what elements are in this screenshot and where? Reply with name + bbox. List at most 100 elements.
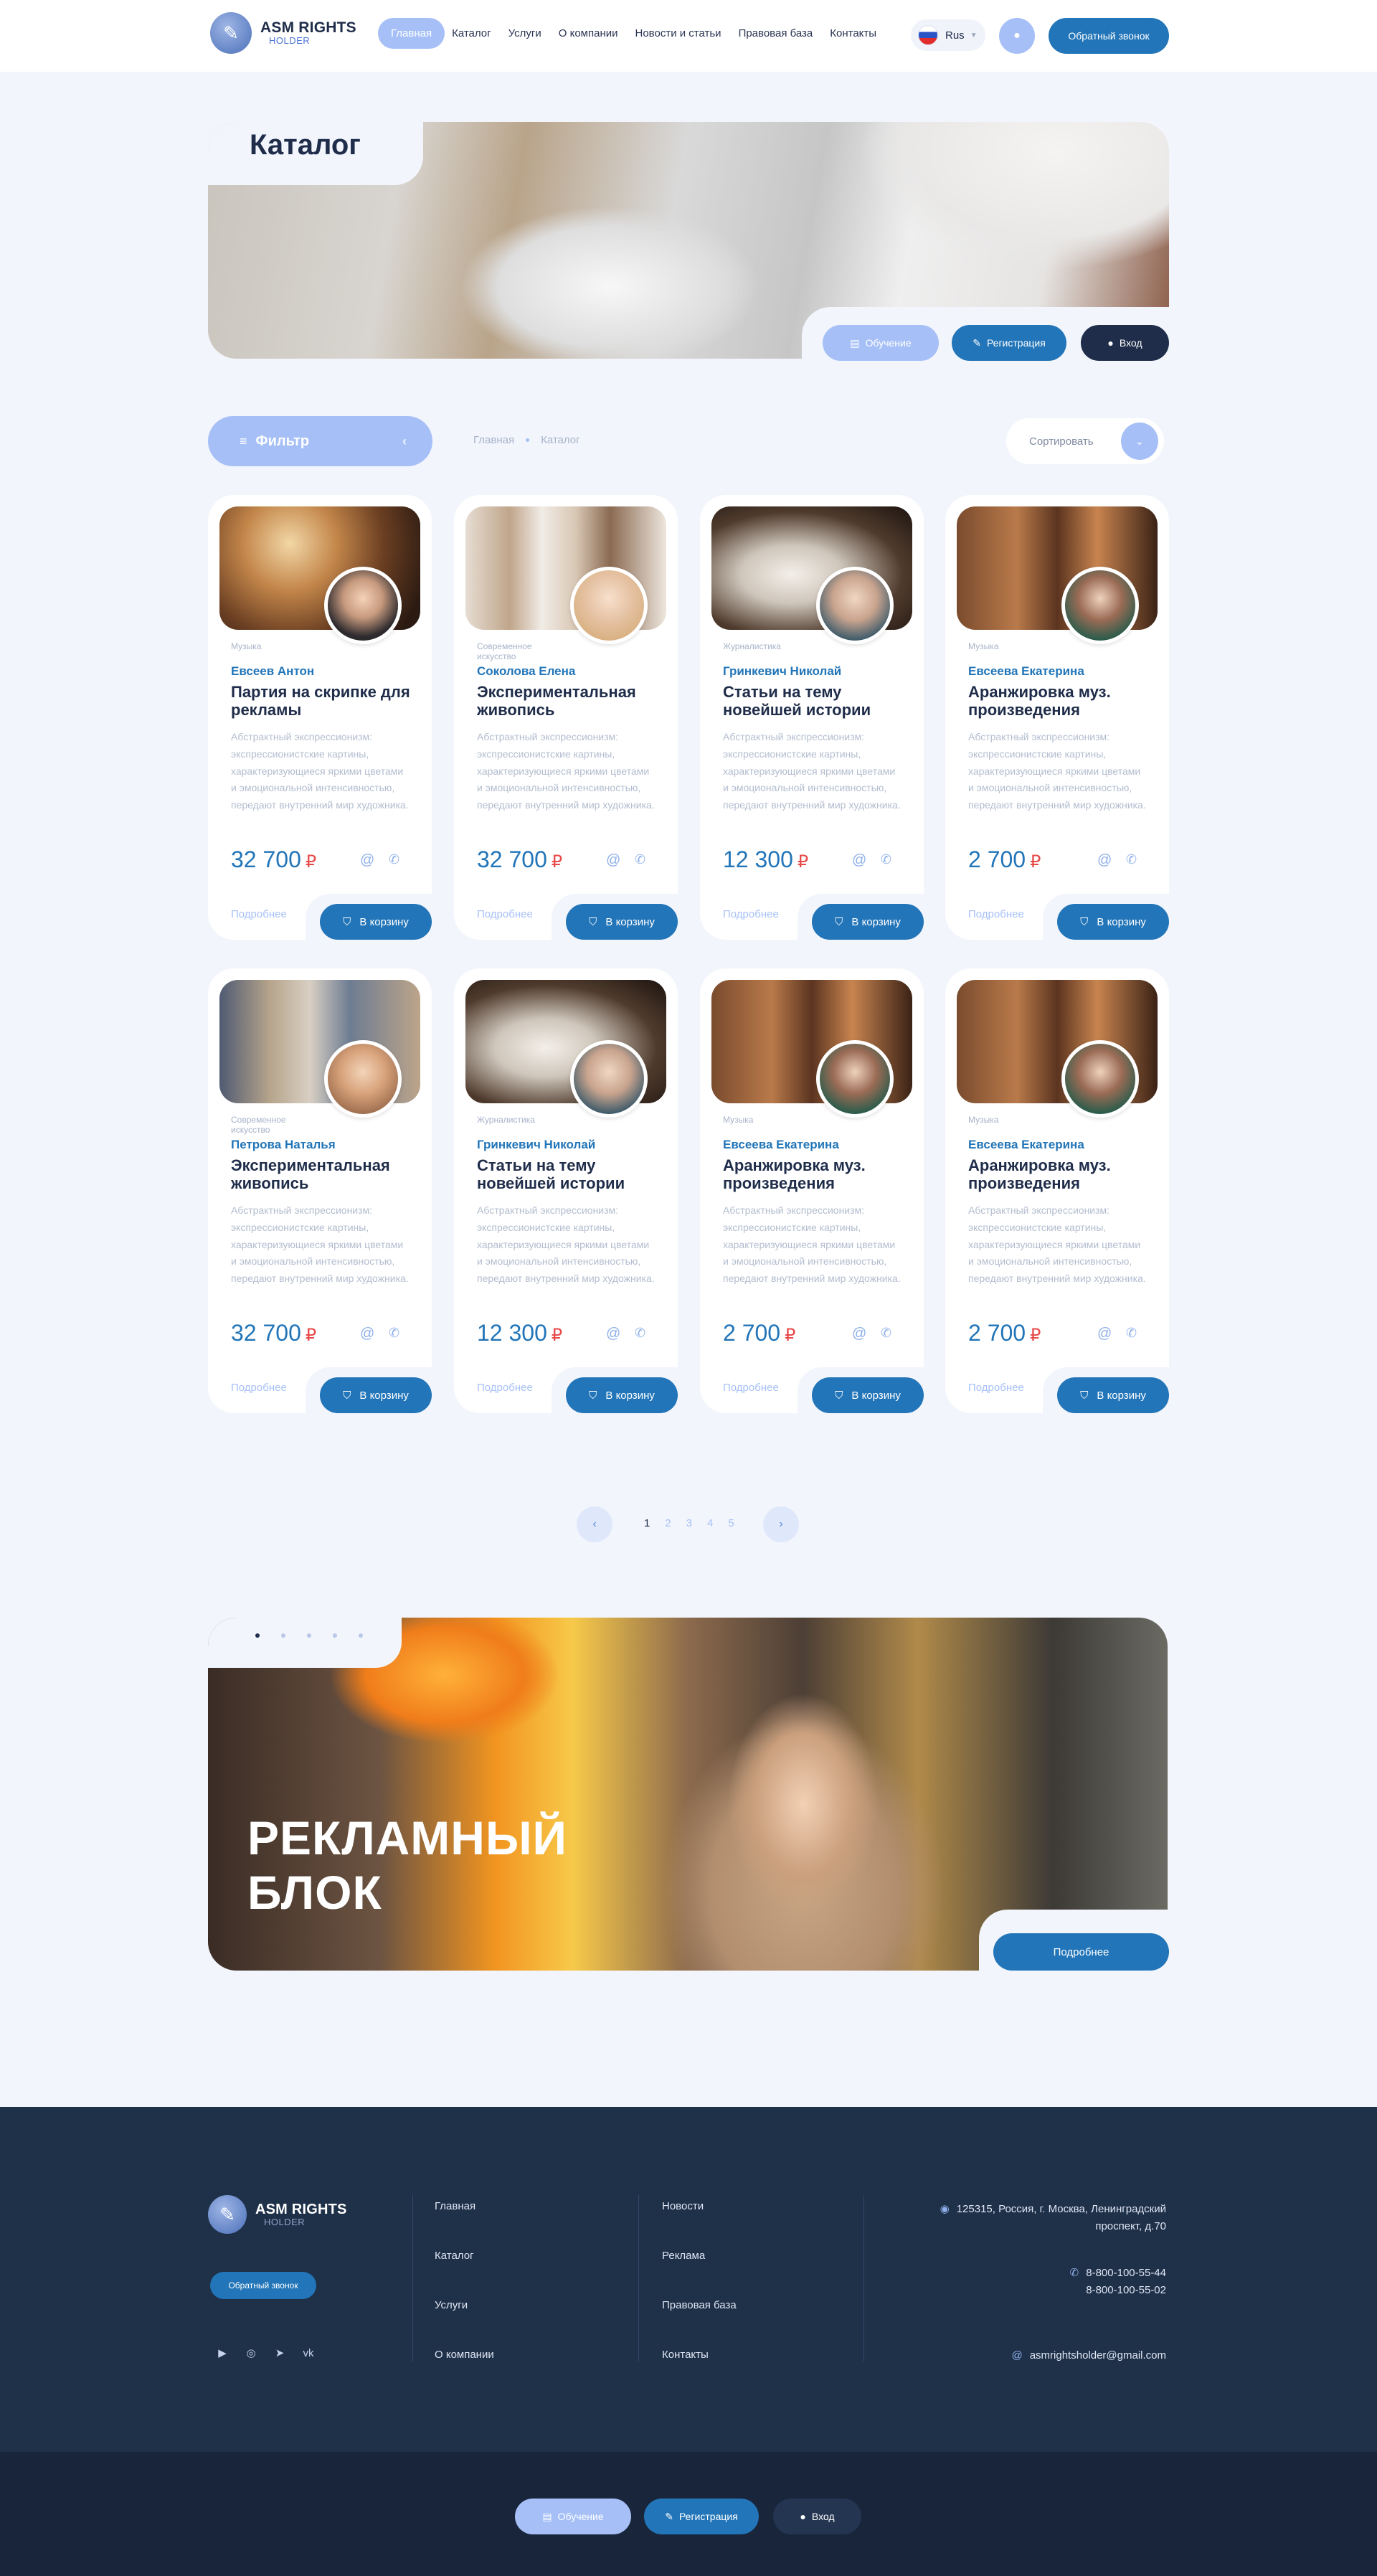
footer-link-news[interactable]: Новости bbox=[662, 2200, 704, 2212]
email-icon[interactable]: @ bbox=[852, 1326, 866, 1342]
product-card[interactable]: Музыка Евсеев Антон Партия на скрипке дл… bbox=[208, 495, 439, 947]
email-icon[interactable]: @ bbox=[852, 852, 866, 869]
product-card[interactable]: Современное искусство Соколова Елена Экс… bbox=[454, 495, 685, 947]
footer-callback-button[interactable]: Обратный звонок bbox=[210, 2272, 316, 2299]
nav-home[interactable]: Главная bbox=[378, 18, 445, 49]
nav-contacts[interactable]: Контакты bbox=[830, 18, 876, 49]
nav-services[interactable]: Услуги bbox=[508, 18, 541, 49]
product-card[interactable]: Музыка Евсеева Екатерина Аранжировка муз… bbox=[945, 495, 1176, 947]
add-to-cart-button[interactable]: ⛉ В корзину bbox=[320, 1377, 432, 1413]
details-link[interactable]: Подробнее bbox=[231, 1382, 287, 1394]
learn-button[interactable]: ▤ Обучение bbox=[823, 325, 939, 361]
phone-icon[interactable]: ✆ bbox=[881, 852, 891, 867]
page-1[interactable]: 1 bbox=[644, 1517, 650, 1529]
footer-learn-button[interactable]: ▤ Обучение bbox=[515, 2499, 631, 2534]
add-to-cart-button[interactable]: ⛉ В корзину bbox=[1057, 904, 1169, 940]
footer-link-services[interactable]: Услуги bbox=[435, 2299, 468, 2311]
email-icon[interactable]: @ bbox=[1097, 852, 1112, 869]
footer-link-contacts[interactable]: Контакты bbox=[662, 2349, 709, 2361]
details-link[interactable]: Подробнее bbox=[723, 908, 779, 920]
phone-icon[interactable]: ✆ bbox=[389, 852, 399, 867]
slider-dot[interactable] bbox=[307, 1633, 311, 1638]
email-icon[interactable]: @ bbox=[360, 1326, 374, 1342]
product-title[interactable]: Аранжировка муз. произведения bbox=[968, 1156, 1148, 1193]
login-button[interactable]: ● Вход bbox=[1081, 325, 1169, 361]
add-to-cart-button[interactable]: ⛉ В корзину bbox=[566, 1377, 678, 1413]
product-title[interactable]: Статьи на тему новейшей истории bbox=[723, 683, 902, 720]
user-button[interactable]: ● bbox=[999, 18, 1035, 54]
phone-icon[interactable]: ✆ bbox=[881, 1326, 891, 1341]
footer-register-button[interactable]: ✎ Регистрация bbox=[644, 2499, 759, 2534]
telegram-icon[interactable]: ➤ bbox=[272, 2345, 288, 2361]
details-link[interactable]: Подробнее bbox=[477, 908, 533, 920]
footer-link-about[interactable]: О компании bbox=[435, 2349, 494, 2361]
next-page-button[interactable]: › bbox=[763, 1506, 799, 1542]
chevron-down-icon[interactable]: ⌄ bbox=[1121, 423, 1158, 460]
details-link[interactable]: Подробнее bbox=[477, 1382, 533, 1394]
nav-legal[interactable]: Правовая база bbox=[739, 18, 813, 49]
page-3[interactable]: 3 bbox=[686, 1517, 692, 1529]
footer-link-catalog[interactable]: Каталог bbox=[435, 2250, 474, 2262]
slider-dot[interactable] bbox=[359, 1633, 363, 1638]
product-card[interactable]: Музыка Евсеева Екатерина Аранжировка муз… bbox=[700, 968, 931, 1420]
details-link[interactable]: Подробнее bbox=[968, 908, 1024, 920]
instagram-icon[interactable]: ◎ bbox=[243, 2345, 259, 2361]
youtube-icon[interactable]: ▶ bbox=[214, 2345, 230, 2361]
details-link[interactable]: Подробнее bbox=[968, 1382, 1024, 1394]
product-author[interactable]: Евсеева Екатерина bbox=[968, 664, 1084, 679]
filter-button[interactable]: ≡ Фильтр ‹ bbox=[208, 416, 432, 466]
logo[interactable]: ✎ ASM RIGHTS HOLDER bbox=[210, 12, 356, 54]
page-2[interactable]: 2 bbox=[665, 1517, 671, 1529]
product-author[interactable]: Евсеева Екатерина bbox=[968, 1138, 1084, 1152]
product-title[interactable]: Экспериментальная живопись bbox=[231, 1156, 410, 1193]
product-title[interactable]: Статьи на тему новейшей истории bbox=[477, 1156, 656, 1193]
page-5[interactable]: 5 bbox=[728, 1517, 734, 1529]
product-author[interactable]: Гринкевич Николай bbox=[723, 664, 841, 679]
footer-link-legal[interactable]: Правовая база bbox=[662, 2299, 737, 2311]
add-to-cart-button[interactable]: ⛉ В корзину bbox=[566, 904, 678, 940]
email-icon[interactable]: @ bbox=[606, 1326, 620, 1342]
add-to-cart-button[interactable]: ⛉ В корзину bbox=[1057, 1377, 1169, 1413]
add-to-cart-button[interactable]: ⛉ В корзину bbox=[812, 904, 924, 940]
phone-icon[interactable]: ✆ bbox=[1126, 1326, 1137, 1341]
details-link[interactable]: Подробнее bbox=[231, 908, 287, 920]
product-card[interactable]: Журналистика Гринкевич Николай Статьи на… bbox=[454, 968, 685, 1420]
email-icon[interactable]: @ bbox=[360, 852, 374, 869]
add-to-cart-button[interactable]: ⛉ В корзину bbox=[320, 904, 432, 940]
product-author[interactable]: Гринкевич Николай bbox=[477, 1138, 595, 1152]
product-author[interactable]: Евсеев Антон bbox=[231, 664, 314, 679]
breadcrumb-home[interactable]: Главная bbox=[473, 434, 514, 446]
product-card[interactable]: Современное искусство Петрова Наталья Эк… bbox=[208, 968, 439, 1420]
sort-select[interactable]: Сортировать ⌄ bbox=[1006, 418, 1164, 464]
language-select[interactable]: Rus ▼ bbox=[911, 19, 985, 51]
page-4[interactable]: 4 bbox=[707, 1517, 713, 1529]
ad-details-button[interactable]: Подробнее bbox=[993, 1933, 1169, 1971]
footer-link-ads[interactable]: Реклама bbox=[662, 2250, 705, 2262]
callback-button[interactable]: Обратный звонок bbox=[1049, 18, 1169, 54]
slider-dot[interactable] bbox=[333, 1633, 337, 1638]
phone-icon[interactable]: ✆ bbox=[635, 1326, 645, 1341]
email-icon[interactable]: @ bbox=[1097, 1326, 1112, 1342]
vk-icon[interactable]: vk bbox=[301, 2345, 316, 2361]
product-card[interactable]: Музыка Евсеева Екатерина Аранжировка муз… bbox=[945, 968, 1176, 1420]
nav-catalog[interactable]: Каталог bbox=[452, 18, 491, 49]
slider-dot[interactable] bbox=[281, 1633, 285, 1638]
phone-icon[interactable]: ✆ bbox=[635, 852, 645, 867]
add-to-cart-button[interactable]: ⛉ В корзину bbox=[812, 1377, 924, 1413]
nav-about[interactable]: О компании bbox=[559, 18, 618, 49]
product-author[interactable]: Соколова Елена bbox=[477, 664, 575, 679]
details-link[interactable]: Подробнее bbox=[723, 1382, 779, 1394]
product-title[interactable]: Экспериментальная живопись bbox=[477, 683, 656, 720]
product-title[interactable]: Аранжировка муз. произведения bbox=[723, 1156, 902, 1193]
footer-login-button[interactable]: ● Вход bbox=[773, 2499, 861, 2534]
product-author[interactable]: Петрова Наталья bbox=[231, 1138, 336, 1152]
prev-page-button[interactable]: ‹ bbox=[577, 1506, 612, 1542]
nav-news[interactable]: Новости и статьи bbox=[635, 18, 721, 49]
slider-dot[interactable] bbox=[255, 1633, 260, 1638]
footer-logo[interactable]: ✎ ASM RIGHTS HOLDER bbox=[208, 2195, 347, 2234]
product-card[interactable]: Журналистика Гринкевич Николай Статьи на… bbox=[700, 495, 931, 947]
phone-icon[interactable]: ✆ bbox=[1126, 852, 1137, 867]
product-title[interactable]: Партия на скрипке для рекламы bbox=[231, 683, 410, 720]
phone-icon[interactable]: ✆ bbox=[389, 1326, 399, 1341]
footer-link-home[interactable]: Главная bbox=[435, 2200, 475, 2212]
